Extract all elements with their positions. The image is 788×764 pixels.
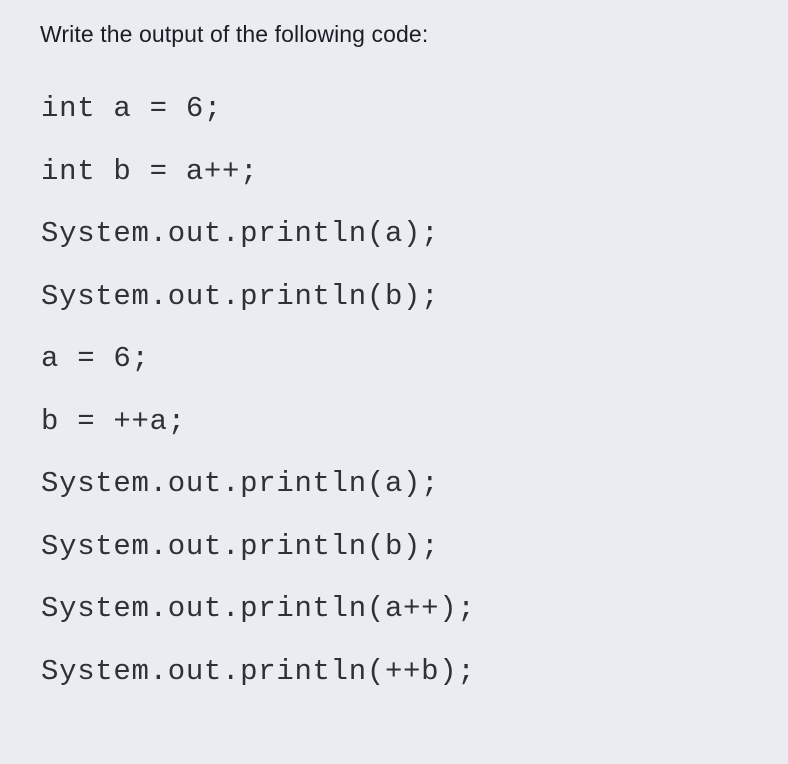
page-title: Write the output of the following code: (40, 21, 429, 47)
code-line: b = ++a; (41, 404, 186, 438)
code-line: int b = a++; (41, 154, 259, 188)
code-line: System.out.println(a++); (41, 592, 476, 625)
code-block: int a = 6; int b = a++; System.out.print… (41, 78, 741, 703)
code-line: System.out.println(a); (41, 467, 440, 500)
code-line: System.out.println(b); (41, 529, 440, 563)
code-line: System.out.println(++b); (41, 654, 476, 688)
code-line: a = 6; (41, 342, 150, 375)
question-card: Write the output of the following code: … (0, 0, 788, 764)
code-line: System.out.println(b); (41, 279, 440, 313)
code-line: int a = 6; (41, 92, 223, 125)
code-line: System.out.println(a); (41, 217, 440, 250)
